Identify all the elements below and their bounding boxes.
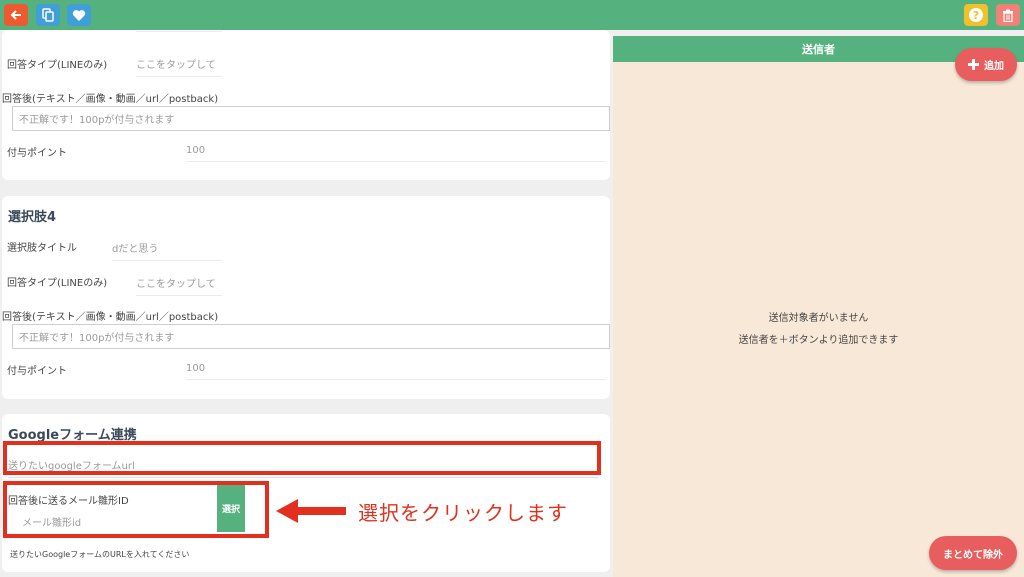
answer-type-field[interactable]: ここをタップして bbox=[136, 56, 222, 77]
points-label: 付与ポイント bbox=[7, 366, 67, 377]
copy-icon bbox=[42, 8, 54, 22]
svg-text:?: ? bbox=[973, 9, 979, 22]
back-button[interactable] bbox=[4, 4, 28, 26]
choice-title-label: 選択肢タイトル bbox=[7, 243, 77, 254]
empty-hint: 送信者を＋ボタンより追加できます bbox=[738, 335, 899, 346]
choice-title-input[interactable]: dだと思う bbox=[112, 240, 222, 261]
choice-title-heading: 選択肢4 bbox=[8, 210, 57, 225]
points-input[interactable]: 100 bbox=[186, 145, 606, 162]
after-answer-input[interactable]: 不正解です！100pが付与されます bbox=[12, 324, 610, 349]
senders-header-label: 送信者 bbox=[802, 43, 835, 56]
delete-button[interactable] bbox=[996, 4, 1020, 26]
senders-panel: 送信者 bbox=[613, 36, 1024, 577]
trash-icon bbox=[1003, 9, 1013, 22]
help-icon: ? bbox=[969, 8, 983, 22]
arrow-left-icon bbox=[10, 10, 21, 20]
heart-icon bbox=[72, 9, 86, 21]
plus-icon bbox=[968, 59, 979, 70]
answer-type-field[interactable]: ここをタップして bbox=[136, 275, 222, 296]
help-button[interactable]: ? bbox=[964, 4, 988, 26]
after-answer-label: 回答後(テキスト／画像・動画／url／postback) bbox=[2, 312, 219, 323]
highlight-url-field bbox=[3, 441, 601, 475]
choice-card-3: 回答タイプ(LINEのみ) ここをタップして 回答後(テキスト／画像・動画／ur… bbox=[2, 30, 610, 180]
after-answer-label: 回答後(テキスト／画像・動画／url／postback) bbox=[2, 94, 219, 105]
answer-type-label: 回答タイプ(LINEのみ) bbox=[7, 60, 108, 71]
add-sender-button[interactable]: 追加 bbox=[955, 48, 1017, 81]
choice-card-4: 選択肢4 選択肢タイトル dだと思う 回答タイプ(LINEのみ) ここをタップし… bbox=[2, 196, 610, 399]
empty-message: 送信対象者がいません bbox=[768, 313, 869, 324]
annotation-arrow-icon bbox=[276, 499, 346, 523]
bulk-remove-label: まとめて除外 bbox=[943, 549, 1003, 561]
bulk-remove-button[interactable]: まとめて除外 bbox=[929, 536, 1017, 570]
points-label: 付与ポイント bbox=[7, 148, 67, 159]
copy-button[interactable] bbox=[36, 4, 60, 26]
points-input[interactable]: 100 bbox=[186, 363, 606, 380]
annotation-text: 選択をクリックします bbox=[358, 501, 568, 525]
highlight-select-area bbox=[3, 481, 269, 538]
answer-type-label: 回答タイプ(LINEのみ) bbox=[7, 278, 108, 289]
after-answer-input[interactable]: 不正解です！100pが付与されます bbox=[12, 106, 610, 131]
google-form-hint: 送りたいGoogleフォームのURLを入れてください bbox=[10, 550, 190, 559]
favorite-button[interactable] bbox=[67, 4, 91, 26]
add-sender-label: 追加 bbox=[984, 61, 1004, 72]
choice-title-field-partial[interactable] bbox=[136, 24, 222, 32]
